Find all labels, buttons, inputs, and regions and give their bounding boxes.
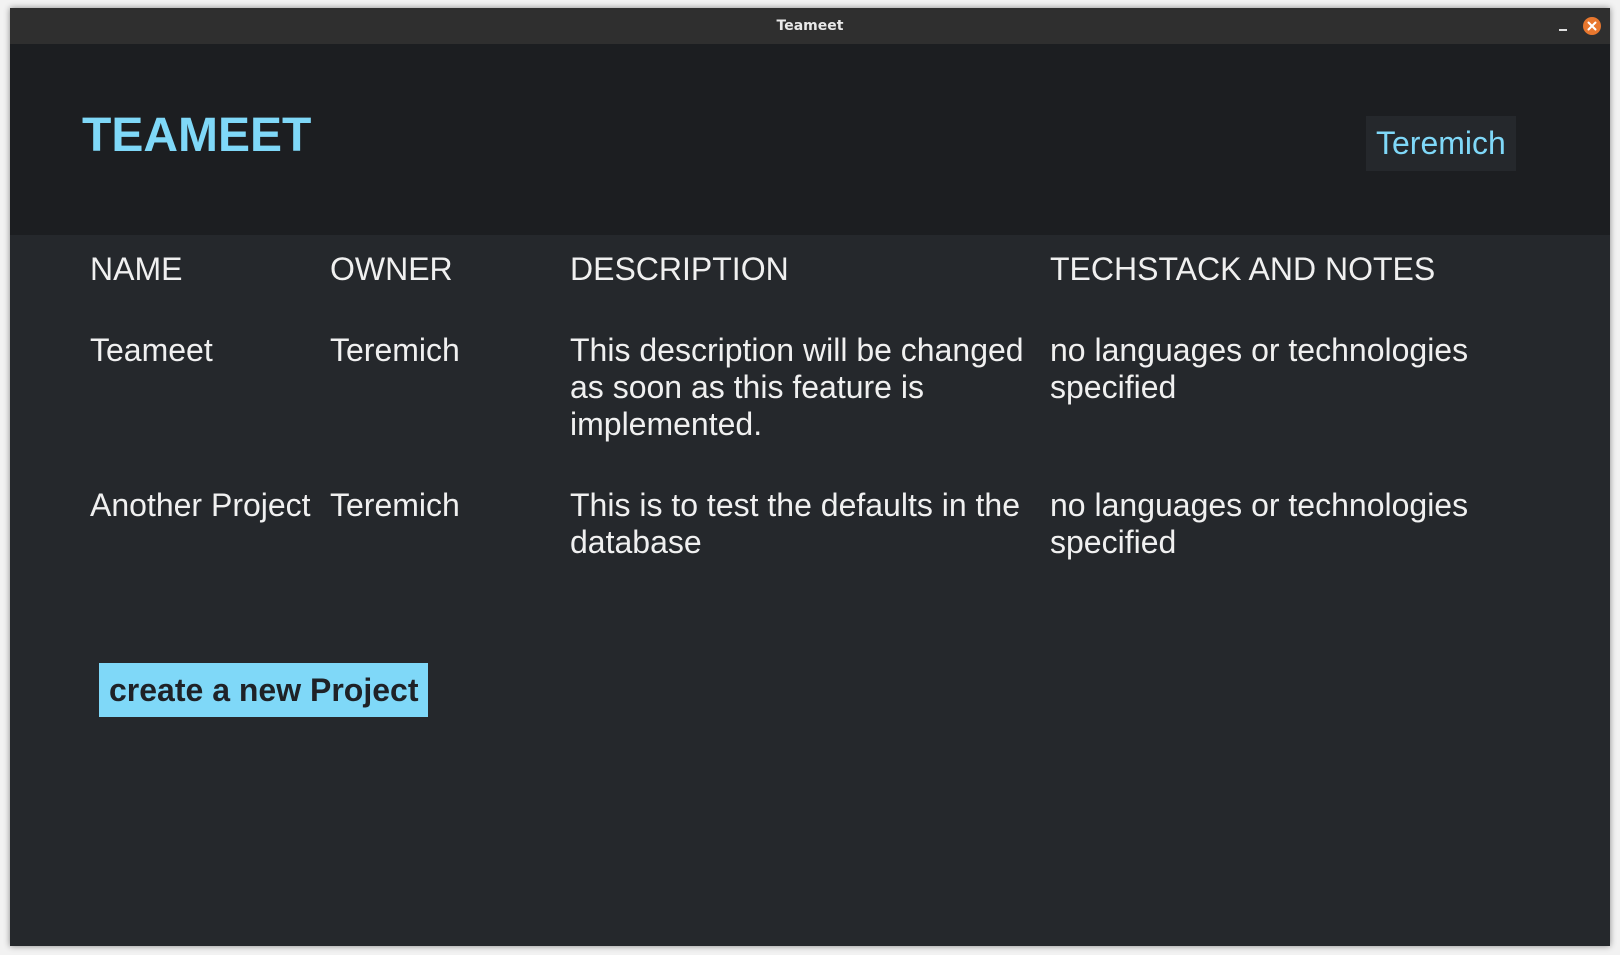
user-menu-button[interactable]: Teremich [1366, 116, 1516, 171]
window-title: Teameet [776, 18, 844, 34]
project-description-cell: This is to test the defaults in the data… [570, 487, 1021, 560]
project-owner-cell: Teremich [330, 332, 460, 368]
project-techstack-cell: no languages or technologies specified [1050, 332, 1469, 405]
brand-logo[interactable]: TEAMEET [82, 112, 311, 160]
column-header-techstack: TECHSTACK AND NOTES [1050, 251, 1436, 287]
title-bar[interactable]: Teameet [10, 8, 1610, 45]
minimize-icon [1559, 29, 1567, 31]
project-techstack-cell: no languages or technologies specified [1050, 487, 1469, 560]
column-header-owner: OWNER [330, 251, 453, 287]
projects-table: NAME OWNER DESCRIPTION TECHSTACK AND NOT… [90, 251, 1528, 605]
table-row[interactable]: Another Project Teremich This is to test… [90, 487, 1528, 605]
close-button[interactable] [1583, 17, 1601, 35]
close-icon [1587, 21, 1597, 31]
app-window: Teameet TEAMEET Teremich NAME OWNER DESC… [10, 8, 1610, 946]
project-name-cell[interactable]: Teameet [90, 332, 330, 487]
minimize-button[interactable] [1554, 17, 1572, 35]
main-content: NAME OWNER DESCRIPTION TECHSTACK AND NOT… [10, 235, 1610, 946]
app-header: TEAMEET Teremich [10, 44, 1610, 235]
column-header-name: NAME [90, 251, 183, 287]
project-description-cell: This description will be changed as soon… [570, 332, 1024, 442]
column-header-description: DESCRIPTION [570, 251, 789, 287]
table-header-row: NAME OWNER DESCRIPTION TECHSTACK AND NOT… [90, 251, 1528, 332]
project-name-cell[interactable]: Another Project [90, 487, 330, 605]
create-project-button[interactable]: create a new Project [99, 663, 429, 717]
project-owner-cell: Teremich [330, 487, 460, 523]
table-row[interactable]: Teameet Teremich This description will b… [90, 332, 1528, 487]
